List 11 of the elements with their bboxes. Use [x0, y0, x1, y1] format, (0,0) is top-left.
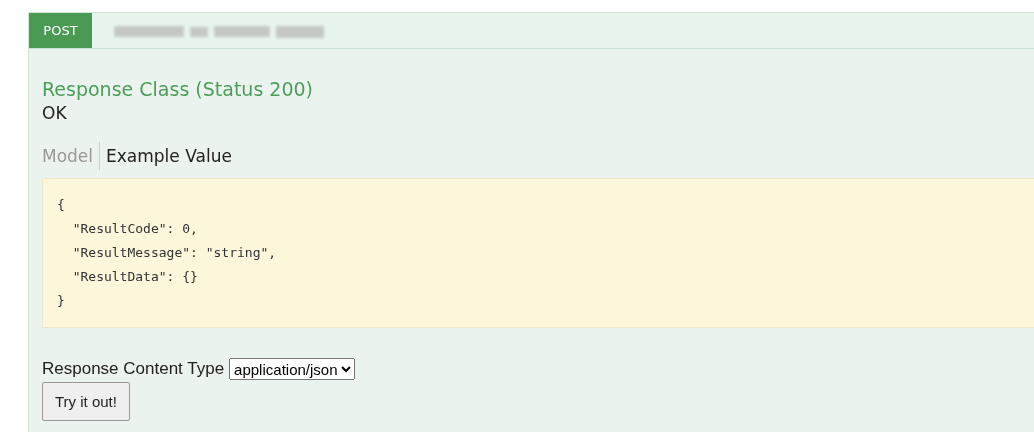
- tab[interactable]: Example Value: [99, 142, 238, 170]
- code-line: }: [57, 292, 66, 310]
- code-line: "ResultData": {}: [71, 268, 199, 286]
- response-class-heading: Response Class (Status 200): [42, 77, 314, 101]
- try-it-out-button[interactable]: Try it out!: [42, 382, 130, 421]
- content-type-label: Response Content Type: [42, 359, 225, 379]
- content-type-select[interactable]: application/json: [229, 358, 356, 380]
- code-line: {: [57, 196, 66, 214]
- code-line: "ResultCode": 0,: [71, 220, 199, 238]
- code-line: "ResultMessage": "string",: [71, 244, 278, 262]
- response-description: OK: [42, 102, 68, 125]
